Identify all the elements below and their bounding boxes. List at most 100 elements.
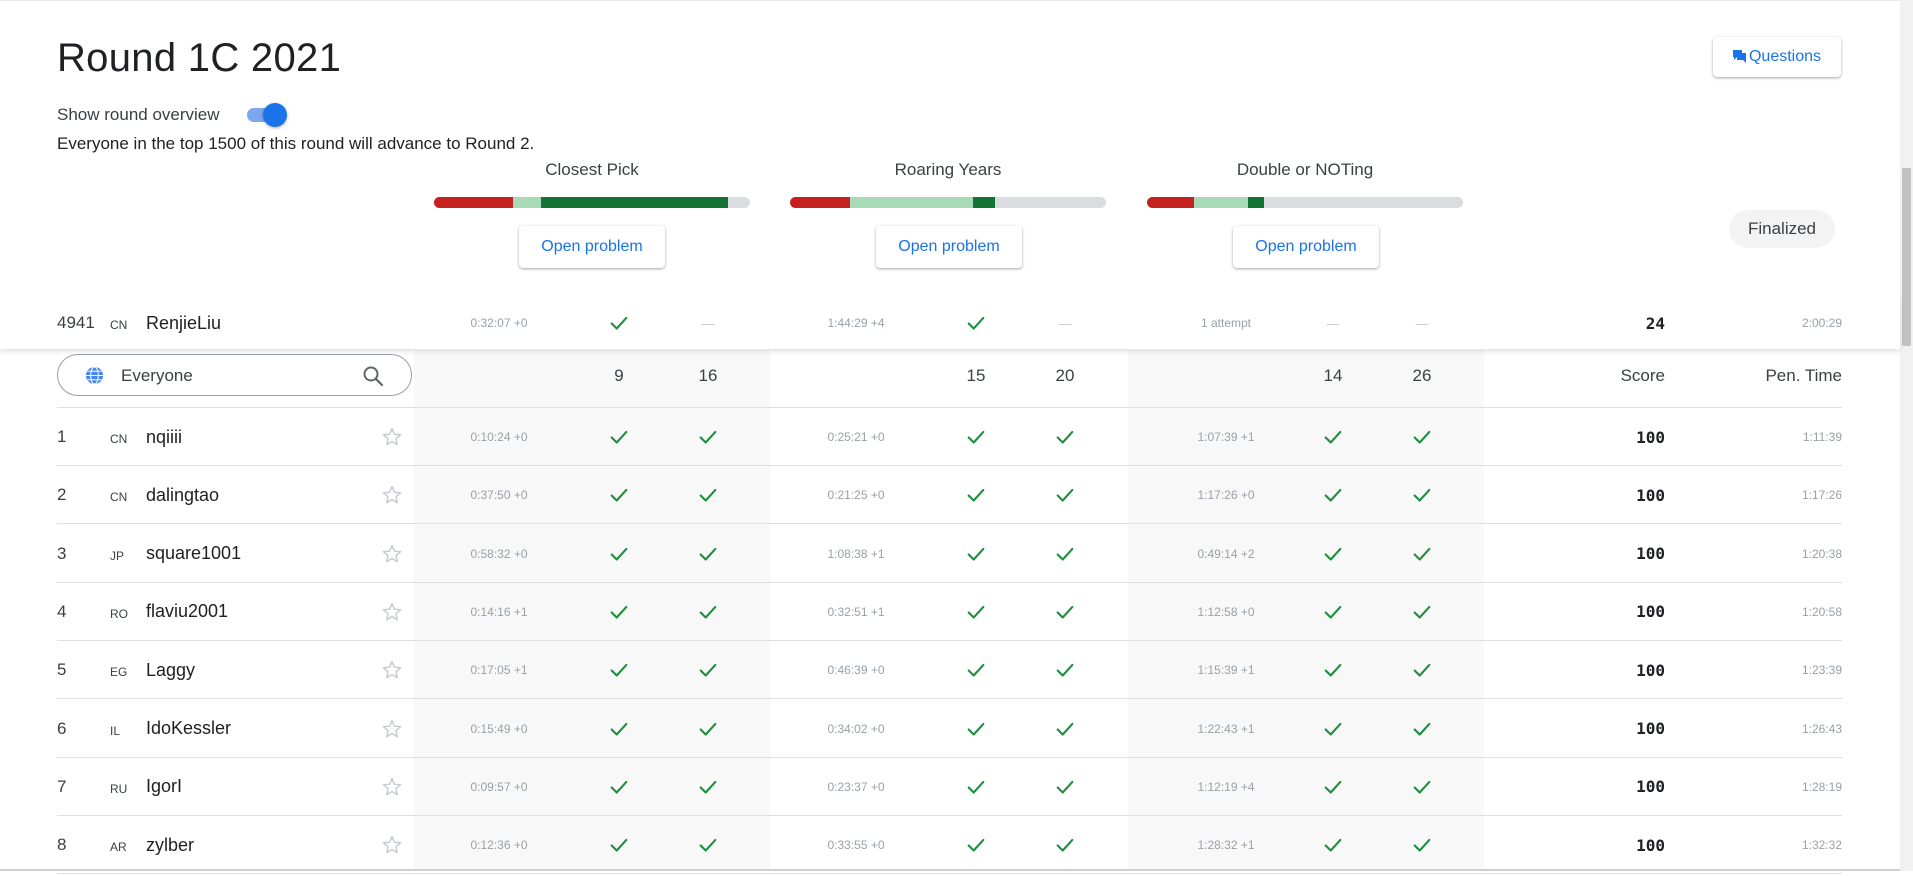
check-icon xyxy=(610,722,628,736)
favorite-star-button[interactable] xyxy=(377,641,407,699)
my-penalty-time: 2:00:29 xyxy=(1801,316,1842,330)
score-cell: 100 xyxy=(1636,835,1665,855)
scrollbar-thumb[interactable] xyxy=(1902,168,1911,346)
check-icon xyxy=(967,430,985,444)
check-icon xyxy=(1324,722,1342,736)
check-icon-cell xyxy=(693,408,723,466)
problem-solve-time: 1:17:26 +0 xyxy=(1197,488,1255,503)
dash-placeholder: — xyxy=(1058,315,1072,331)
star-icon xyxy=(382,602,402,621)
problem-solve-time: 0:17:05 +1 xyxy=(470,663,528,678)
check-icon xyxy=(1413,547,1431,561)
check-icon-cell xyxy=(693,700,723,758)
score-header: Score xyxy=(1620,366,1665,385)
my-rank: 4941 xyxy=(57,313,95,332)
progress-segment-wrong xyxy=(1147,197,1195,208)
rank-cell: 8 xyxy=(57,835,67,855)
problem-solve-time: 1:07:39 +1 xyxy=(1197,430,1255,444)
star-icon xyxy=(382,777,402,796)
check-icon xyxy=(699,664,717,677)
penalty-time-cell: 1:26:43 xyxy=(1801,721,1842,736)
questions-button[interactable]: Questions xyxy=(1713,37,1841,77)
username-link[interactable]: Laggy xyxy=(146,641,346,699)
favorite-star-button[interactable] xyxy=(377,758,407,816)
progress-segment-partial xyxy=(1194,197,1249,208)
check-icon-cell xyxy=(1318,816,1348,874)
progress-segment-partial xyxy=(850,197,974,208)
score-cell: 100 xyxy=(1636,777,1665,797)
open-problem-button[interactable]: Open problem xyxy=(1233,226,1379,268)
check-icon xyxy=(1056,780,1074,794)
overview-toggle[interactable] xyxy=(245,103,287,127)
rank-cell: 2 xyxy=(57,485,67,505)
toggle-knob xyxy=(263,103,287,127)
check-icon-cell xyxy=(1407,758,1437,816)
dash-placeholder: — xyxy=(701,315,715,331)
check-icon-cell xyxy=(1318,525,1348,583)
check-icon xyxy=(610,780,628,794)
my-country: CN xyxy=(110,318,128,332)
star-icon xyxy=(382,835,402,854)
check-icon-cell xyxy=(1318,641,1348,699)
username-link[interactable]: dalingtao xyxy=(146,466,346,524)
globe-icon xyxy=(85,366,104,385)
check-icon-cell xyxy=(1050,758,1080,816)
username-link[interactable]: square1001 xyxy=(146,525,346,583)
favorite-star-button[interactable] xyxy=(377,466,407,524)
penalty-time-cell: 1:17:26 xyxy=(1801,488,1842,503)
check-icon-cell xyxy=(604,700,634,758)
check-icon-cell xyxy=(1407,700,1437,758)
problem-solve-time: 0:12:36 +0 xyxy=(470,838,528,853)
search-input[interactable]: Everyone xyxy=(57,354,412,396)
check-icon xyxy=(967,547,985,561)
problem-solve-time: 1:12:58 +0 xyxy=(1197,604,1255,619)
check-icon xyxy=(610,316,628,330)
problem-solve-time: 1:08:38 +1 xyxy=(827,546,885,561)
favorite-star-button[interactable] xyxy=(377,525,407,583)
check-icon xyxy=(1324,489,1342,502)
check-icon-cell xyxy=(604,583,634,641)
favorite-star-button[interactable] xyxy=(377,816,407,874)
favorite-star-button[interactable] xyxy=(377,408,407,466)
my-username[interactable]: RenjieLiu xyxy=(146,297,346,349)
table-row: 1 CN nqiiii 0:10:24 +0 0:25:21 +0 1:07:39 +1 1… xyxy=(0,408,1900,466)
page-scrollbar[interactable] xyxy=(1900,0,1913,871)
username-link[interactable]: IdoKessler xyxy=(146,700,346,758)
check-icon xyxy=(610,547,628,561)
country-code: RO xyxy=(110,606,128,621)
country-code: EG xyxy=(110,665,128,680)
check-icon xyxy=(967,838,985,852)
check-icon-cell xyxy=(961,525,991,583)
check-icon-cell xyxy=(1318,700,1348,758)
problem-solve-time: 0:15:49 +0 xyxy=(470,721,528,736)
open-problem-button[interactable]: Open problem xyxy=(519,226,665,268)
check-icon xyxy=(1056,605,1074,619)
username-link[interactable]: IgorI xyxy=(146,758,346,816)
penalty-time-cell: 1:28:19 xyxy=(1801,779,1842,794)
check-icon-cell xyxy=(1407,583,1437,641)
progress-bar xyxy=(790,197,1106,208)
progress-segment-full xyxy=(541,197,728,208)
star-icon xyxy=(382,719,402,737)
score-cell: 100 xyxy=(1636,602,1665,622)
table-row: 7 RU IgorI 0:09:57 +0 0:23:37 +0 1:12:19 +4 10… xyxy=(0,758,1900,816)
favorite-star-button[interactable] xyxy=(377,583,407,641)
username-link[interactable]: flaviu2001 xyxy=(146,583,346,641)
problem-solve-time: 0:25:21 +0 xyxy=(827,430,885,444)
row-divider xyxy=(57,873,1842,875)
problem-points-header: 15 xyxy=(966,366,986,385)
problem-2-overview: Roaring Years xyxy=(790,160,1106,208)
problem-points-header: 16 xyxy=(698,366,718,385)
penalty-time-cell: 1:20:58 xyxy=(1801,604,1842,619)
top-divider xyxy=(0,0,1900,1)
search-icon[interactable] xyxy=(361,364,385,388)
check-icon xyxy=(1413,664,1431,677)
check-icon-cell xyxy=(961,758,991,816)
check-icon xyxy=(1056,547,1074,561)
check-icon-cell xyxy=(604,466,634,524)
username-link[interactable]: zylber xyxy=(146,816,346,874)
username-link[interactable]: nqiiii xyxy=(146,408,346,466)
check-icon-cell xyxy=(604,758,634,816)
favorite-star-button[interactable] xyxy=(377,700,407,758)
open-problem-button[interactable]: Open problem xyxy=(876,226,1022,268)
